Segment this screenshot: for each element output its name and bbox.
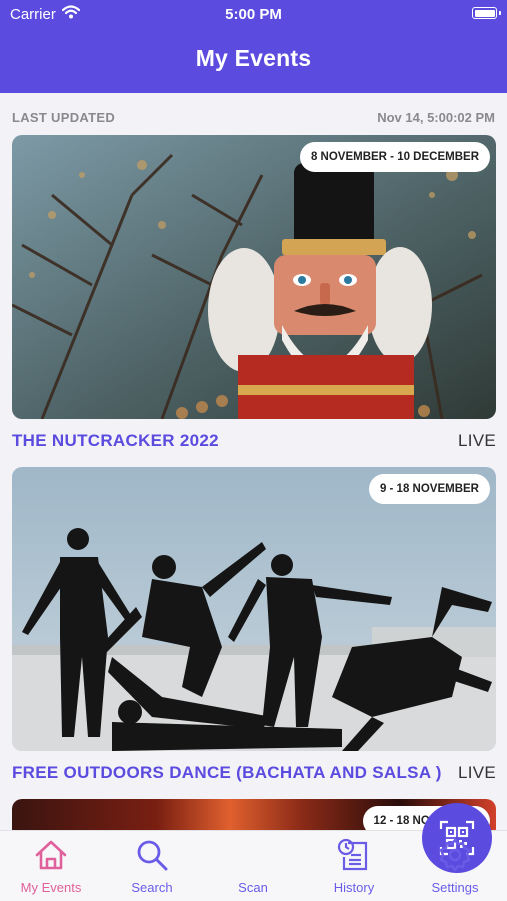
tab-bar: My Events Search Scan History Settings	[0, 803, 507, 901]
battery-nub	[499, 11, 501, 15]
tab-label: History	[333, 880, 375, 895]
tab-label: Scan	[238, 880, 268, 895]
tab-label: Settings	[431, 880, 479, 895]
tab-label: Search	[131, 880, 173, 895]
tab-settings[interactable]: Settings	[405, 831, 505, 901]
header: Carrier 5:00 PM My Events	[0, 0, 507, 93]
tab-history[interactable]: History	[304, 831, 404, 901]
status-time: 5:00 PM	[225, 6, 282, 23]
event-status: LIVE	[457, 763, 496, 782]
page-title: My Events	[195, 45, 312, 71]
event-title[interactable]: THE NUTCRACKER 2022	[12, 431, 219, 451]
event-image-nutcracker[interactable]: 8 NOVEMBER - 10 DECEMBER	[12, 135, 496, 419]
tab-scan[interactable]: Scan	[203, 803, 492, 901]
event-card-nutcracker[interactable]: 8 NOVEMBER - 10 DECEMBER THE NUTCRACKER …	[12, 135, 496, 453]
event-image-outdoors-dance[interactable]: 9 - 18 NOVEMBER	[12, 467, 496, 751]
last-updated-label: LAST UPDATED	[12, 110, 116, 125]
last-updated-row: LAST UPDATED Nov 14, 5:00:02 PM	[12, 110, 495, 126]
battery-icon	[472, 7, 497, 19]
event-status: LIVE	[457, 431, 496, 450]
status-bar: Carrier 5:00 PM	[0, 0, 507, 28]
tab-label: My Events	[20, 880, 82, 895]
event-card-outdoors-dance[interactable]: 9 - 18 NOVEMBER FREE OUTDOORS DANCE (BAC…	[12, 467, 496, 785]
last-updated-value: Nov 14, 5:00:02 PM	[377, 110, 495, 125]
tab-my-events[interactable]: My Events	[1, 831, 101, 901]
event-date-badge: 8 NOVEMBER - 10 DECEMBER	[299, 142, 490, 172]
event-date-badge: 9 - 18 NOVEMBER	[368, 474, 490, 504]
event-title[interactable]: FREE OUTDOORS DANCE (BACHATA AND SALSA )	[12, 763, 442, 783]
tab-search[interactable]: Search	[102, 831, 202, 901]
